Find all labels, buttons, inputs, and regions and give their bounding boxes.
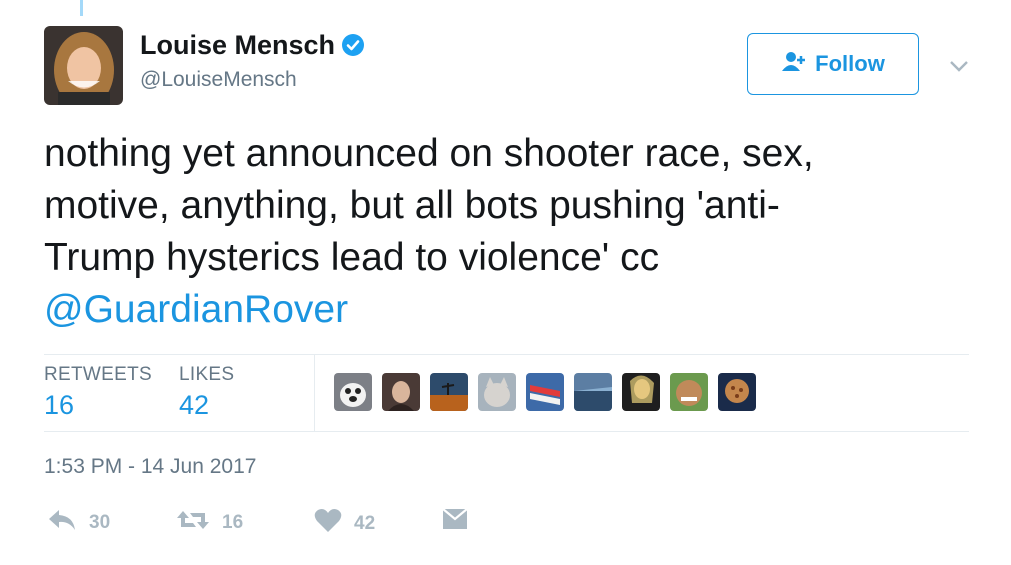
follow-button-label: Follow [815,51,885,76]
liker-avatar[interactable] [718,373,756,411]
tweet-text-line: Trump hysterics lead to violence' cc [44,236,660,279]
tweet-timestamp[interactable]: 1:53 PM - 14 Jun 2017 [44,455,256,479]
mention-link[interactable]: @GuardianRover [44,284,984,336]
likes-stat[interactable]: LIKES 42 [179,364,234,421]
liker-avatar[interactable] [526,373,564,411]
follow-button[interactable]: Follow [747,33,919,95]
retweet-count: 16 [222,512,244,533]
retweets-label: RETWEETS [44,364,152,385]
divider [44,431,969,432]
liker-avatar[interactable] [478,373,516,411]
likes-count[interactable]: 42 [179,390,234,421]
tweet-text-line: motive, anything, but all bots pushing '… [44,184,780,227]
avatar[interactable] [44,26,123,105]
direct-message-action[interactable] [442,508,468,536]
liker-avatar[interactable] [574,373,612,411]
liker-avatar[interactable] [430,373,468,411]
verified-badge-icon [341,33,365,64]
follow-user-icon [781,50,807,78]
reply-icon [47,508,77,538]
retweet-action[interactable]: 16 [176,508,243,538]
liker-avatars [334,373,756,411]
retweets-count[interactable]: 16 [44,390,152,421]
display-name-text[interactable]: Louise Mensch [140,30,335,60]
liker-avatar[interactable] [622,373,660,411]
like-action[interactable]: 42 [314,508,375,539]
likes-label: LIKES [179,364,235,385]
liker-avatar[interactable] [670,373,708,411]
reply-action[interactable]: 30 [47,508,110,538]
user-handle[interactable]: @LouiseMensch [140,68,297,92]
tweet-text-line: nothing yet announced on shooter race, s… [44,132,814,175]
tweet-text: nothing yet announced on shooter race, s… [44,128,984,336]
liker-avatar[interactable] [382,373,420,411]
direct-message-icon [442,508,468,536]
reply-count: 30 [89,512,111,533]
retweet-icon [176,508,210,538]
retweets-stat[interactable]: RETWEETS 16 [44,364,152,421]
like-count: 42 [354,512,376,534]
thread-connector-line [80,0,83,16]
heart-icon [314,508,342,539]
liker-avatar[interactable] [334,373,372,411]
chevron-down-icon[interactable] [948,56,970,76]
display-name[interactable]: Louise Mensch [140,30,365,64]
stats-separator [314,355,315,431]
divider [44,354,969,355]
